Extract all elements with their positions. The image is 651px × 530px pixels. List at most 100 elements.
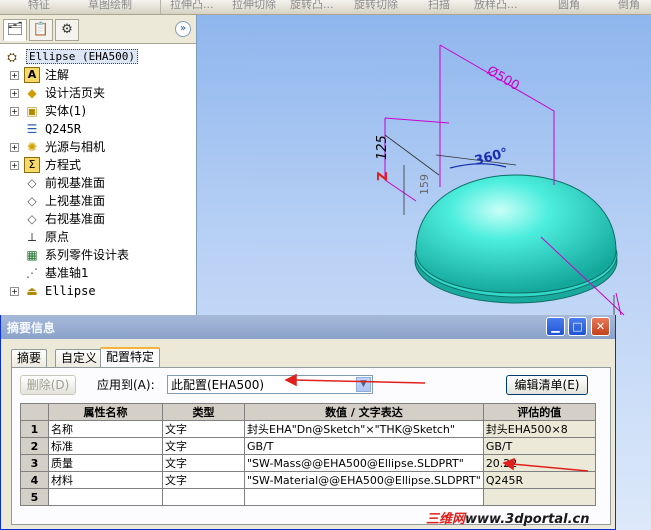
tree-item-origin[interactable]: ⟂ 原点 — [0, 228, 196, 246]
toolbar-sweep-button[interactable]: 扫描 — [428, 0, 450, 12]
watermark-brand: 三维网 — [426, 512, 466, 527]
toolbar-revolve-cut-button[interactable]: 旋转切除 — [354, 0, 398, 12]
double-chevron-right-icon: » — [179, 23, 187, 34]
edit-list-button[interactable]: 编辑清单(E) — [506, 375, 588, 395]
expand-toggle[interactable]: + — [10, 143, 19, 152]
feature-manager-panel: 🗂 📋 ⚙ » ⛭ Ellipse (EHA500) + A 注解 + ◆ 设计… — [0, 15, 197, 315]
tree-item-right-plane[interactable]: ◇ 右视基准面 — [0, 210, 196, 228]
summary-info-dialog: 摘要信息 ▁ □ ✕ 摘要 自定义 配置特定 删除(D) 应用到(A): 此配置… — [0, 315, 616, 530]
value-cell[interactable] — [244, 488, 484, 506]
configuration-icon: ⚙ — [61, 22, 73, 37]
close-button[interactable]: ✕ — [591, 317, 610, 336]
row-number[interactable]: 4 — [20, 471, 49, 489]
tree-item-ellipse-feature[interactable]: + ⏏ Ellipse — [0, 282, 196, 300]
tree-item-label: 上视基准面 — [45, 194, 106, 208]
toolbar-revolve-boss-button[interactable]: 旋转凸... — [290, 0, 334, 12]
value-expression-header: 数值 / 文字表达 — [244, 403, 484, 421]
value-cell[interactable]: 封头EHA"Dn@Sketch"×"THK@Sketch" — [244, 420, 484, 438]
chevron-down-icon[interactable]: ▼ — [356, 377, 371, 392]
property-name-cell[interactable] — [48, 488, 163, 506]
property-name-cell[interactable]: 材料 — [48, 471, 163, 489]
toolbar-fillet-button[interactable]: 圆角 — [558, 0, 580, 12]
tree-item-annotations[interactable]: + A 注解 — [0, 66, 196, 84]
configuration-manager-tab[interactable]: ⚙ — [55, 19, 79, 41]
property-name-cell[interactable]: 标准 — [48, 437, 163, 455]
height-dimension[interactable]: 125 — [375, 135, 390, 160]
row-number[interactable]: 1 — [20, 420, 49, 438]
row-number-header — [20, 403, 49, 421]
expand-toggle[interactable]: + — [10, 287, 19, 296]
property-name-header: 属性名称 — [48, 403, 163, 421]
tree-item-design-table[interactable]: ▦ 系列零件设计表 — [0, 246, 196, 264]
custom-properties-table: 属性名称 类型 数值 / 文字表达 评估的值 1 名称 文字 封头EHA"Dn@… — [20, 403, 596, 506]
apply-to-select[interactable]: 此配置(EHA500) ▼ — [167, 375, 373, 394]
tree-item-front-plane[interactable]: ◇ 前视基准面 — [0, 174, 196, 192]
table-row[interactable]: 2 标准 文字 GB/T GB/T — [20, 437, 596, 455]
toolbar-chamfer-button[interactable]: 倒角 — [618, 0, 640, 12]
value-cell[interactable]: GB/T — [244, 437, 484, 455]
tree-item-design-binder[interactable]: + ◆ 设计活页夹 — [0, 84, 196, 102]
property-name-cell[interactable]: 质量 — [48, 454, 163, 472]
design-table-icon: ▦ — [26, 248, 38, 262]
tree-item-solid-bodies[interactable]: + ▣ 实体(1) — [0, 102, 196, 120]
feature-tree-icon: 🗂 — [6, 22, 24, 37]
type-cell[interactable]: 文字 — [162, 437, 245, 455]
property-name-cell[interactable]: 名称 — [48, 420, 163, 438]
property-manager-tab[interactable]: 📋 — [29, 19, 53, 41]
expand-panel-button[interactable]: » — [175, 21, 191, 37]
feature-tree-tab[interactable]: 🗂 — [3, 19, 27, 41]
angle-dimension[interactable]: 360° — [473, 146, 509, 169]
evaluated-value-cell: Q245R — [482, 471, 596, 489]
tab-custom[interactable]: 自定义 — [55, 349, 104, 367]
tree-item-label: 前视基准面 — [45, 176, 106, 190]
lights-icon: ✺ — [26, 140, 38, 154]
tree-item-top-plane[interactable]: ◇ 上视基准面 — [0, 192, 196, 210]
table-row[interactable]: 4 材料 文字 "SW-Material@@EHA500@Ellipse.SLD… — [20, 471, 596, 489]
row-number[interactable]: 2 — [20, 437, 49, 455]
toolbar-loft-button[interactable]: 放样凸... — [474, 0, 518, 12]
expand-toggle[interactable]: + — [10, 89, 19, 98]
table-row[interactable]: 3 质量 文字 "SW-Mass@@EHA500@Ellipse.SLDPRT"… — [20, 454, 596, 472]
type-cell[interactable]: 文字 — [162, 471, 245, 489]
expand-toggle[interactable]: + — [10, 71, 19, 80]
tree-item-equations[interactable]: + Σ 方程式 — [0, 156, 196, 174]
root-label: Ellipse (EHA500) — [26, 49, 138, 65]
root-name-text: Ellipse (EHA500) — [26, 49, 138, 64]
type-cell[interactable] — [162, 488, 245, 506]
origin-icon: ⟂ — [27, 230, 36, 244]
table-row[interactable]: 5 — [20, 488, 596, 506]
tree-item-label: 注解 — [45, 68, 70, 82]
tree-item-axis1[interactable]: ⋰ 基准轴1 — [0, 264, 196, 282]
watermark-url: www.3dportal.cn — [465, 512, 590, 527]
row-number[interactable]: 5 — [20, 488, 49, 506]
toolbar-feature-button[interactable]: 特征 — [28, 0, 50, 12]
maximize-icon: □ — [572, 320, 583, 333]
toolbar-sketch-button[interactable]: 草图绘制 — [88, 0, 132, 12]
minimize-button[interactable]: ▁ — [546, 317, 565, 336]
equation-icon: Σ — [24, 157, 40, 173]
tab-summary[interactable]: 摘要 — [11, 349, 48, 367]
table-header-row: 属性名称 类型 数值 / 文字表达 评估的值 — [20, 403, 596, 421]
expand-toggle[interactable]: + — [10, 107, 19, 116]
toolbar-extrude-boss-button[interactable]: 拉伸凸... — [170, 0, 214, 12]
tree-item-label: Ellipse — [45, 284, 96, 298]
part-icon: ⛭ — [7, 50, 17, 64]
table-row[interactable]: 1 名称 文字 封头EHA"Dn@Sketch"×"THK@Sketch" 封头… — [20, 420, 596, 438]
tree-item-lights-cameras[interactable]: + ✺ 光源与相机 — [0, 138, 196, 156]
type-cell[interactable]: 文字 — [162, 420, 245, 438]
type-cell[interactable]: 文字 — [162, 454, 245, 472]
tab-configuration-specific[interactable]: 配置特定 — [100, 347, 161, 369]
tree-root-part[interactable]: ⛭ Ellipse (EHA500) — [0, 48, 196, 66]
row-number[interactable]: 3 — [20, 454, 49, 472]
toolbar-extrude-cut-button[interactable]: 拉伸切除 — [232, 0, 276, 12]
maximize-button[interactable]: □ — [568, 317, 587, 336]
diameter-dimension[interactable]: Ø500 — [484, 63, 522, 94]
small-dimension[interactable]: 159 — [418, 174, 431, 195]
dialog-title-bar[interactable]: 摘要信息 ▁ □ ✕ — [1, 315, 615, 339]
value-cell[interactable]: "SW-Mass@@EHA500@Ellipse.SLDPRT" — [244, 454, 484, 472]
expand-toggle[interactable]: + — [10, 161, 19, 170]
delete-button[interactable]: 删除(D) — [20, 375, 76, 395]
value-cell[interactable]: "SW-Material@@EHA500@Ellipse.SLDPRT" — [244, 471, 484, 489]
tree-item-material[interactable]: ☰ Q245R — [0, 120, 196, 138]
apply-to-value: 此配置(EHA500) — [171, 378, 265, 392]
